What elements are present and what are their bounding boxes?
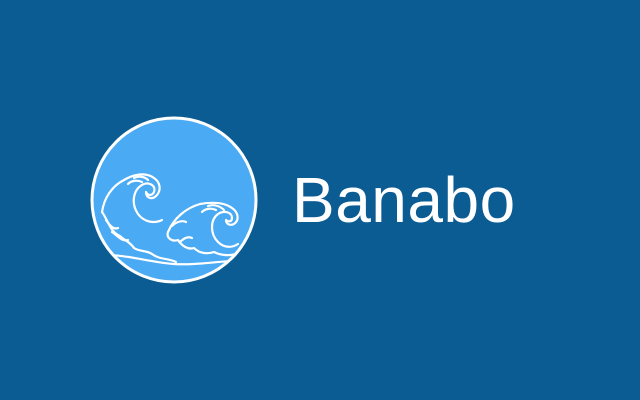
logo-circle	[90, 116, 258, 284]
brand-name: Banabo	[292, 164, 516, 236]
wave-logo-icon	[90, 116, 258, 284]
